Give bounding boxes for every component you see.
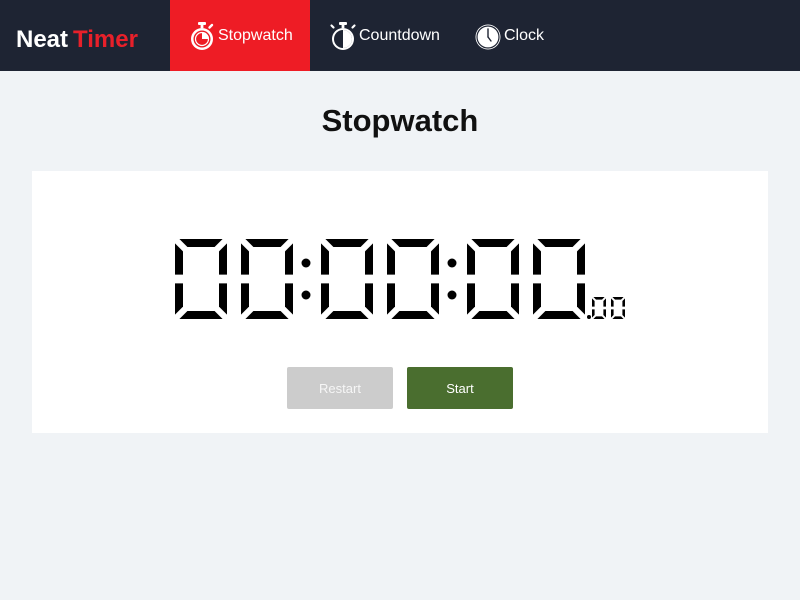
decimal-point [587, 315, 591, 319]
tab-clock[interactable]: Clock [472, 0, 544, 71]
hours-digit-2 [241, 239, 293, 319]
minutes-digit-2 [387, 239, 439, 319]
colon-dot [447, 290, 457, 300]
stopwatch-icon [191, 21, 214, 50]
countdown-timer-icon [330, 21, 356, 50]
tab-countdown-label: Countdown [359, 26, 440, 44]
stopwatch-card: Restart Start [32, 171, 768, 433]
colon-dot [447, 258, 457, 268]
start-button[interactable]: Start [407, 367, 513, 409]
seconds-digit-2 [533, 239, 585, 319]
clock-icon [475, 24, 501, 49]
hours-digit-1 [175, 239, 227, 319]
hundredths-digit-2 [611, 297, 625, 319]
brand-word-timer: Timer [73, 26, 138, 53]
colon-dot [301, 258, 311, 268]
tab-countdown[interactable]: Countdown [327, 0, 440, 71]
colon-dot [301, 290, 311, 300]
page-title: Stopwatch [321, 103, 479, 138]
brand-word-neat: Neat [16, 26, 69, 53]
tab-stopwatch-label: Stopwatch [218, 26, 293, 44]
tab-clock-label: Clock [504, 26, 545, 44]
restart-button[interactable]: Restart [287, 367, 393, 409]
minutes-digit-1 [321, 239, 373, 319]
hundredths-digit-1 [592, 297, 606, 319]
brand-logo[interactable]: Neat Timer [16, 26, 138, 54]
timer-display [175, 239, 625, 319]
seconds-digit-1 [467, 239, 519, 319]
top-nav-bar: Neat Timer Stopwatch Countdown Clock [0, 0, 800, 71]
tab-stopwatch[interactable]: Stopwatch [170, 0, 310, 71]
